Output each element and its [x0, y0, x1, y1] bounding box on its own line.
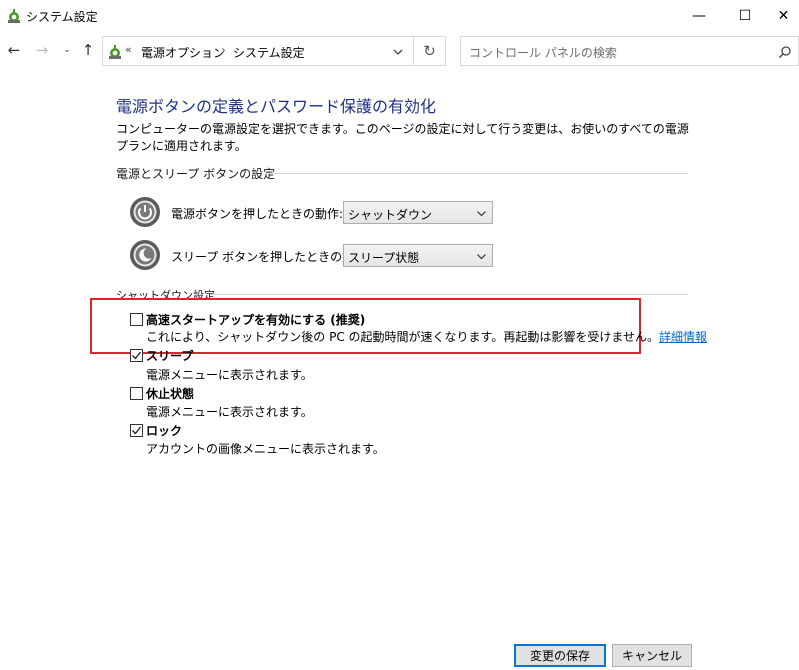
search-input[interactable]: コントロール パネルの検索	[460, 36, 799, 66]
fast-startup-checkbox[interactable]	[130, 313, 143, 326]
breadcrumb-system-settings[interactable]: システム設定	[233, 44, 305, 61]
sleep-option-label[interactable]: スリープ	[146, 347, 193, 364]
lock-checkbox[interactable]	[130, 424, 143, 437]
sleep-button-action-select[interactable]: スリープ状態	[343, 244, 493, 267]
page-title: 電源ボタンの定義とパスワード保護の有効化	[116, 97, 437, 116]
hibernate-checkbox[interactable]	[130, 387, 143, 400]
up-button[interactable]: ↑	[78, 40, 98, 60]
lock-option-description: アカウントの画像メニューに表示されます。	[146, 442, 385, 456]
section-divider	[210, 294, 688, 295]
sleep-icon	[130, 240, 160, 270]
back-button[interactable]: ←	[4, 40, 24, 60]
control-panel-icon	[8, 9, 20, 23]
fast-startup-label[interactable]: 高速スタートアップを有効にする (推奨)	[146, 311, 365, 328]
page-description: コンピューターの電源設定を選択できます。このページの設定に対して行う変更は、お使…	[116, 122, 689, 153]
back-arrow-icon: ←	[7, 41, 21, 59]
forward-arrow-icon: →	[35, 41, 49, 59]
title-bar: システム設定 — ☐ ✕	[0, 0, 799, 32]
window-title: システム設定	[26, 10, 98, 24]
search-placeholder: コントロール パネルの検索	[469, 46, 617, 60]
maximize-button[interactable]: ☐	[722, 0, 768, 32]
close-button[interactable]: ✕	[768, 0, 799, 32]
power-buttons-heading: 電源とスリープ ボタンの設定	[116, 167, 276, 181]
checkmark-icon	[132, 426, 142, 435]
lock-option-label[interactable]: ロック	[146, 422, 182, 439]
address-bar[interactable]: « 電源オプション › システム設定	[102, 36, 414, 66]
minimize-button[interactable]: —	[676, 0, 722, 32]
navigation-bar: ← → ⌄ ↑ « 電源オプション › システム設定 ↻ コントロール パネルの…	[0, 34, 799, 68]
chevron-down-icon[interactable]	[391, 45, 405, 59]
power-icon	[130, 197, 160, 227]
address-overflow-icon[interactable]: «	[125, 43, 132, 56]
section-divider	[268, 173, 688, 174]
chevron-down-icon	[477, 254, 486, 260]
hibernate-option-label[interactable]: 休止状態	[146, 385, 194, 402]
fast-startup-description-text: これにより、シャットダウン後の PC の起動時間が速くなります。再起動は影響を受…	[146, 330, 659, 344]
more-info-link[interactable]: 詳細情報	[659, 330, 707, 344]
checkmark-icon	[132, 351, 142, 360]
minimize-icon: —	[692, 8, 706, 24]
sleep-button-action-value: スリープ状態	[348, 251, 420, 265]
close-icon: ✕	[777, 8, 790, 24]
breadcrumb-separator-icon[interactable]: ›	[221, 43, 226, 57]
control-panel-icon	[109, 45, 121, 59]
fast-startup-description: これにより、シャットダウン後の PC の起動時間が速くなります。再起動は影響を受…	[146, 328, 707, 345]
cancel-button[interactable]: キャンセル	[612, 644, 692, 667]
breadcrumb-power-options[interactable]: 電源オプション	[141, 44, 225, 61]
power-button-action-label: 電源ボタンを押したときの動作:	[171, 207, 344, 221]
power-button-action-select[interactable]: シャットダウン	[343, 201, 493, 224]
sleep-checkbox[interactable]	[130, 349, 143, 362]
power-button-action-value: シャットダウン	[348, 208, 433, 222]
up-arrow-icon: ↑	[81, 41, 95, 59]
refresh-icon: ↻	[423, 42, 436, 60]
save-changes-button[interactable]: 変更の保存	[514, 644, 606, 667]
sleep-button-action-label: スリープ ボタンを押したときの動作:	[171, 250, 371, 264]
refresh-button[interactable]: ↻	[414, 36, 446, 66]
search-icon	[778, 46, 791, 59]
sleep-option-description: 電源メニューに表示されます。	[146, 368, 313, 382]
hibernate-option-description: 電源メニューに表示されます。	[146, 405, 313, 419]
chevron-down-icon: ⌄	[63, 45, 71, 55]
forward-button[interactable]: →	[32, 40, 52, 60]
maximize-icon: ☐	[738, 8, 752, 24]
recent-locations-button[interactable]: ⌄	[60, 40, 74, 60]
chevron-down-icon	[477, 211, 486, 217]
